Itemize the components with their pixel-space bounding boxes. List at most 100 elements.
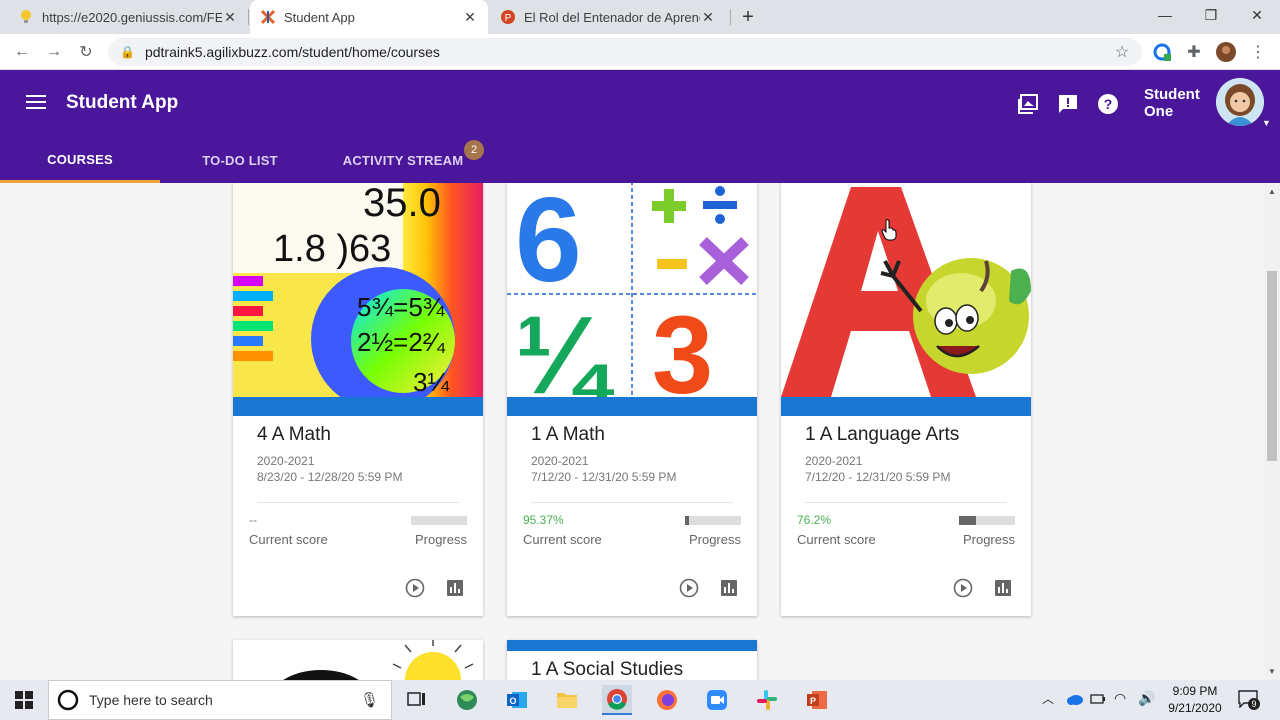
clock-date: 9/21/2020 (1168, 701, 1222, 715)
current-score-label: Current score (523, 532, 602, 547)
progress-bar (685, 516, 741, 525)
course-card[interactable]: 1 A Language Arts 2020-2021 7/12/20 - 12… (781, 183, 1031, 616)
tab-activity-stream[interactable]: ACTIVITY STREAM (320, 138, 486, 183)
url-text: pdtraink5.agilixbuzz.com/student/home/co… (144, 44, 440, 60)
course-image: 35.0 1.8 )63 5¾=5¾ 2½=2²⁄₄ 3¼ (233, 183, 483, 397)
progress-label: Progress (962, 532, 1015, 547)
svg-text:5¾=5¾: 5¾=5¾ (357, 292, 445, 322)
svg-text:2½=2²⁄₄: 2½=2²⁄₄ (357, 327, 446, 357)
progress-label: Progress (688, 532, 741, 547)
course-title[interactable]: 1 A Language Arts (805, 424, 959, 446)
course-term: 2020-2021 (805, 454, 863, 468)
user-name[interactable]: Student One (1144, 86, 1204, 120)
help-icon[interactable]: ? (1096, 92, 1120, 116)
windows-start-icon[interactable] (0, 680, 48, 720)
globe-app-icon[interactable] (452, 685, 482, 715)
scroll-down-icon[interactable]: ▼ (1268, 667, 1276, 676)
course-title[interactable]: 1 A Math (531, 424, 605, 446)
divider (531, 502, 733, 503)
scroll-up-icon[interactable]: ▲ (1268, 187, 1276, 196)
progress-label: Progress (414, 532, 467, 547)
microphone-icon[interactable]: 🎙 (360, 691, 379, 709)
course-color-strip (507, 397, 757, 416)
course-color-strip (507, 640, 757, 651)
course-title[interactable]: 4 A Math (257, 424, 331, 446)
taskbar-search-placeholder: Type here to search (89, 692, 213, 708)
course-color-strip (781, 397, 1031, 416)
browser-tab-powerpoint[interactable]: P El Rol del Entenador de Aprendiz ✕ (490, 0, 726, 34)
hamburger-menu-icon[interactable] (26, 95, 46, 111)
powerpoint-taskbar-icon[interactable]: P (802, 685, 832, 715)
address-bar-row: ← → ↻ 🔒 pdtraink5.agilixbuzz.com/student… (0, 34, 1280, 70)
battery-icon[interactable] (1090, 692, 1106, 710)
extension-icon[interactable] (1152, 42, 1172, 62)
bar-chart-icon[interactable] (445, 578, 465, 598)
task-view-icon[interactable] (402, 685, 432, 715)
play-icon[interactable] (405, 578, 425, 598)
activity-count-badge: 2 (464, 140, 484, 160)
profile-avatar[interactable] (1216, 42, 1236, 62)
play-icon[interactable] (679, 578, 699, 598)
page-scrollbar[interactable]: ▲ ▼ (1264, 183, 1280, 680)
course-card[interactable] (233, 640, 483, 680)
reload-icon[interactable]: ↻ (74, 40, 98, 64)
chrome-icon[interactable] (602, 685, 632, 715)
course-term: 2020-2021 (531, 454, 589, 468)
close-tab-icon[interactable]: ✕ (462, 9, 478, 26)
close-tab-icon[interactable]: ✕ (700, 9, 716, 26)
course-card[interactable]: 35.0 1.8 )63 5¾=5¾ 2½=2²⁄₄ 3¼ 4 A Math 2… (233, 183, 483, 616)
app-header: Student App ? Student One ▼ COURSES TO-D… (0, 70, 1280, 183)
course-dates: 7/12/20 - 12/31/20 5:59 PM (531, 470, 677, 484)
app-logo-icon (260, 9, 276, 25)
tab-courses[interactable]: COURSES (0, 138, 160, 183)
play-icon[interactable] (953, 578, 973, 598)
tab-to-do-list[interactable]: TO-DO LIST (160, 138, 320, 183)
current-score-value: -- (249, 513, 257, 527)
user-avatar[interactable] (1216, 78, 1264, 126)
taskbar-clock[interactable]: 9:09 PM 9/21/2020 (1160, 683, 1230, 717)
close-window-button[interactable]: ✕ (1234, 0, 1280, 30)
bookmark-star-icon[interactable]: ☆ (1112, 42, 1132, 62)
close-tab-icon[interactable]: ✕ (222, 9, 238, 26)
scrollbar-thumb[interactable] (1267, 271, 1277, 461)
zoom-icon[interactable] (702, 685, 732, 715)
chevron-down-icon[interactable]: ▼ (1262, 118, 1271, 128)
restore-button[interactable]: ❐ (1188, 0, 1234, 30)
bar-chart-icon[interactable] (993, 578, 1013, 598)
notification-center-icon[interactable]: 9 (1238, 690, 1260, 713)
url-field[interactable]: 🔒 pdtraink5.agilixbuzz.com/student/home/… (108, 38, 1142, 66)
outlook-icon[interactable]: O (502, 685, 532, 715)
course-title[interactable]: 1 A Social Studies (531, 659, 683, 680)
minimize-button[interactable]: — (1142, 0, 1188, 30)
puzzle-icon[interactable]: ✚ (1184, 42, 1204, 62)
powerpoint-icon: P (501, 10, 515, 24)
course-dates: 7/12/20 - 12/31/20 5:59 PM (805, 470, 951, 484)
browser-tab-title: https://e2020.geniussis.com/FED (42, 9, 222, 25)
current-score-value: 76.2% (797, 513, 832, 527)
chevron-up-icon[interactable]: ︿ (1042, 690, 1054, 707)
taskbar-search-box[interactable]: Type here to search 🎙 (48, 680, 392, 720)
course-image (233, 640, 483, 680)
svg-text:35.0: 35.0 (363, 183, 441, 225)
feedback-icon[interactable] (1056, 92, 1080, 116)
browser-tab-geniussis[interactable]: https://e2020.geniussis.com/FED ✕ (8, 0, 248, 34)
slack-icon[interactable] (752, 685, 782, 715)
firefox-icon[interactable] (652, 685, 682, 715)
browser-menu-icon[interactable]: ⋮ (1248, 42, 1268, 62)
wifi-icon[interactable]: ◠ (1114, 690, 1126, 707)
course-color-strip (233, 397, 483, 416)
clock-time: 9:09 PM (1172, 684, 1218, 698)
gallery-icon[interactable] (1016, 92, 1040, 116)
forward-icon[interactable]: → (42, 40, 66, 64)
course-card[interactable]: 1 A Social Studies (507, 640, 757, 680)
new-tab-button[interactable]: + (736, 2, 760, 32)
progress-bar (411, 516, 467, 525)
volume-icon[interactable]: 🔊 (1138, 690, 1155, 707)
current-score-value: 95.37% (523, 513, 564, 527)
bar-chart-icon[interactable] (719, 578, 739, 598)
file-explorer-icon[interactable] (552, 685, 582, 715)
back-icon[interactable]: ← (10, 40, 34, 64)
onedrive-icon[interactable] (1066, 692, 1084, 711)
course-card[interactable]: 6 ¼ 3 1 A Math 2020-2021 7/12/20 - 12/31… (507, 183, 757, 616)
browser-tab-student-app[interactable]: Student App ✕ (250, 0, 488, 34)
